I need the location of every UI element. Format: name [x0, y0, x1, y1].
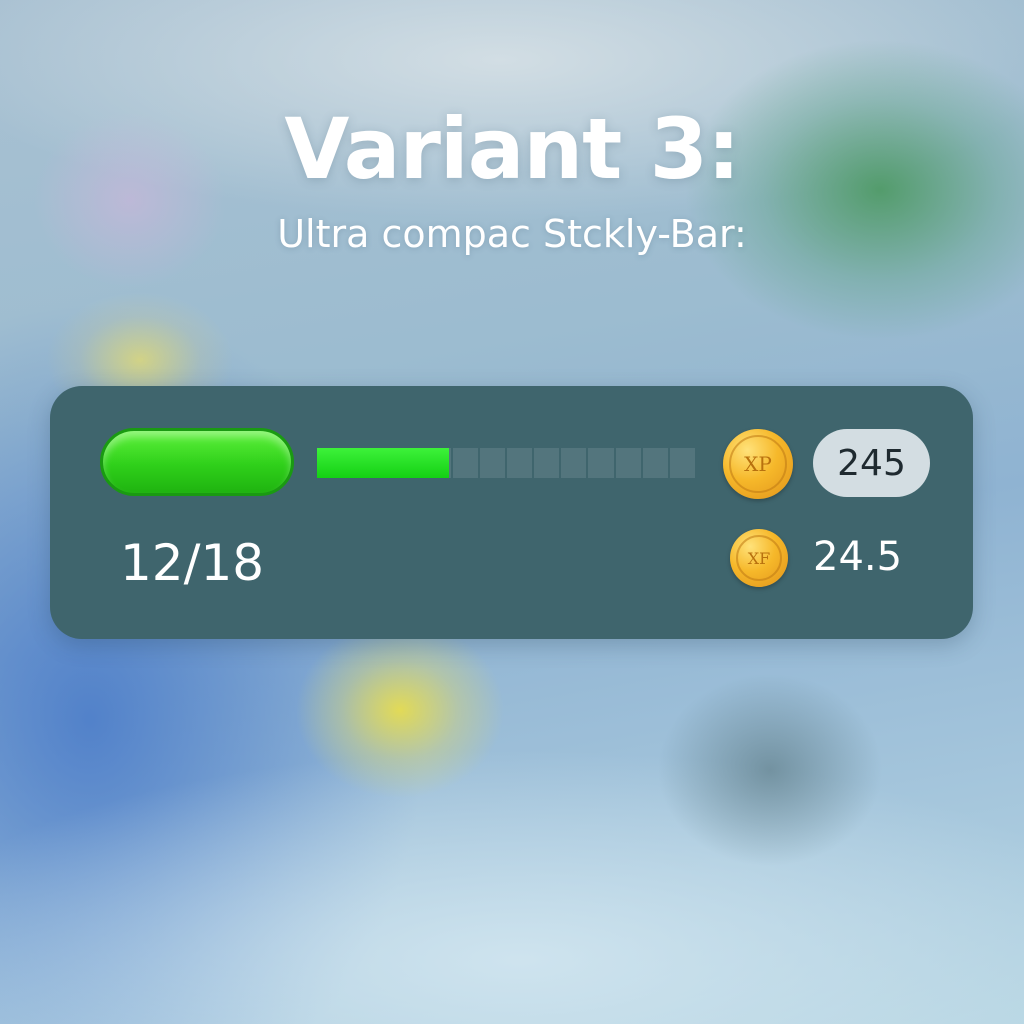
progress-segment: [561, 448, 587, 478]
progress-segment: [642, 448, 668, 478]
progress-track: [317, 448, 695, 478]
progress-segment: [615, 448, 641, 478]
progress-fill: [317, 448, 450, 478]
progress-segment: [588, 448, 614, 478]
page-subtitle: Ultra compac Stckly-Bar:: [277, 212, 747, 256]
xp-value: 24.5: [813, 534, 903, 580]
progress-count: 12/18: [120, 534, 265, 592]
progress-segment: [534, 448, 560, 478]
xp-coin-icon: XP: [723, 429, 793, 499]
page-title: Variant 3:: [284, 100, 740, 198]
xp-badge[interactable]: 245: [813, 429, 930, 497]
progress-segment: [669, 448, 695, 478]
sticky-progress-bar: XP 245 12/18 XF 24.5: [50, 386, 973, 639]
xp-coin-icon: XF: [730, 529, 788, 587]
progress-segment: [452, 448, 478, 478]
progress-pill-button[interactable]: [100, 428, 294, 496]
progress-segment: [479, 448, 505, 478]
progress-segment: [506, 448, 533, 478]
